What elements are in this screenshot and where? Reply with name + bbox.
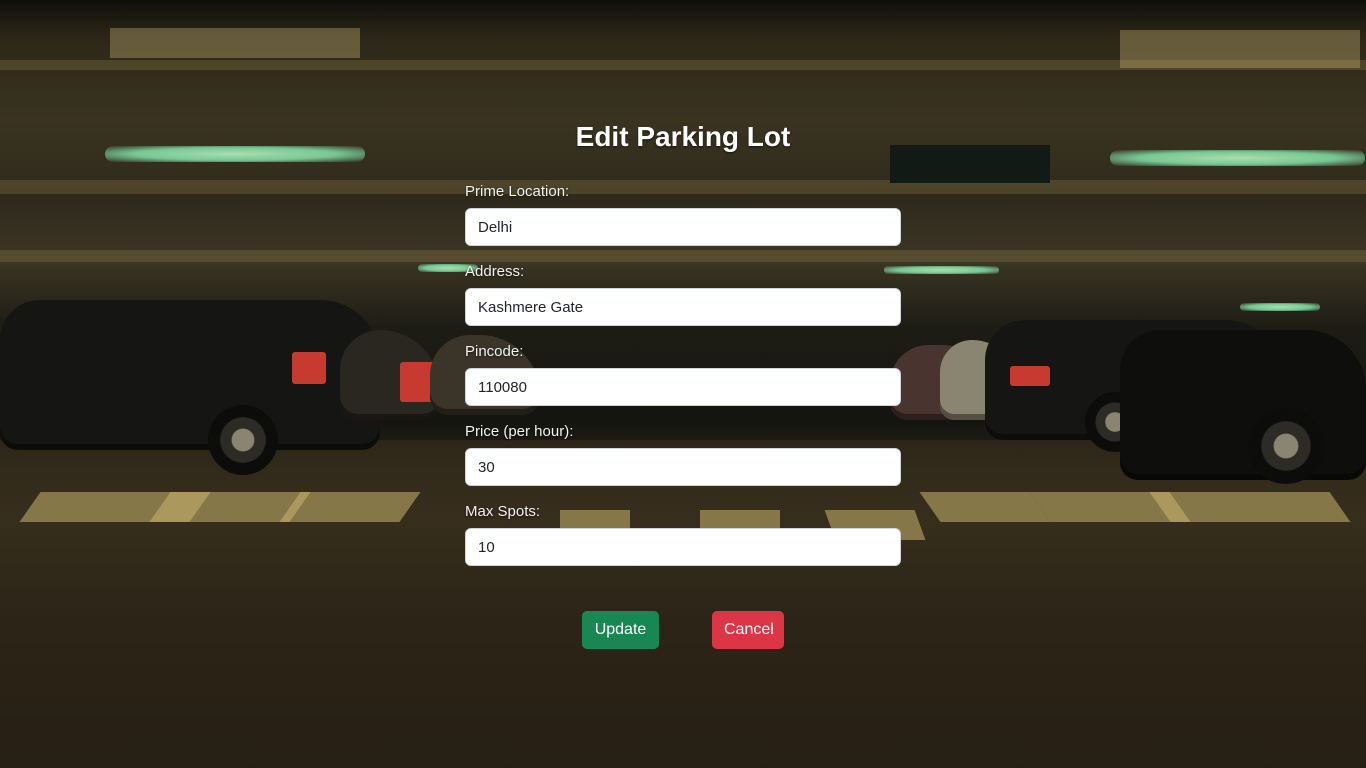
ceiling-panel: [1120, 30, 1360, 68]
max-spots-input[interactable]: [465, 528, 901, 566]
pincode-label: Pincode:: [465, 343, 524, 360]
ceiling-light: [1240, 303, 1320, 311]
price-input[interactable]: [465, 448, 901, 486]
floor-stripe: [1149, 492, 1351, 522]
edit-parking-lot-form: Edit Parking Lot Prime Location: Address…: [465, 110, 901, 649]
page-title: Edit Parking Lot: [575, 121, 791, 152]
pincode-input[interactable]: [465, 368, 901, 406]
car-wheel: [208, 405, 278, 475]
address-field: Address:: [465, 262, 901, 326]
form-actions: Update Cancel: [465, 611, 901, 649]
prime-location-label: Prime Location:: [465, 183, 570, 200]
max-spots-field: Max Spots:: [465, 502, 901, 566]
ceiling-light: [105, 146, 365, 162]
floor-stripe: [919, 492, 1051, 522]
ceiling-light: [1110, 150, 1365, 166]
floor-stripe: [279, 492, 421, 522]
prime-location-input[interactable]: [465, 208, 901, 246]
car-taillight: [292, 352, 326, 384]
car-wheel: [1248, 408, 1324, 484]
max-spots-label: Max Spots:: [465, 503, 541, 520]
ceiling-panel: [110, 28, 360, 58]
cancel-button[interactable]: Cancel: [712, 611, 784, 649]
update-button[interactable]: Update: [582, 611, 659, 649]
pincode-field: Pincode:: [465, 342, 901, 406]
price-label: Price (per hour):: [465, 423, 574, 440]
car-taillight: [1010, 366, 1050, 386]
ceiling-light: [884, 266, 999, 274]
address-label: Address:: [465, 263, 525, 280]
address-input[interactable]: [465, 288, 901, 326]
exit-sign: [890, 145, 1050, 183]
parked-car: [1120, 330, 1366, 480]
prime-location-field: Prime Location:: [465, 182, 901, 246]
price-field: Price (per hour):: [465, 422, 901, 486]
